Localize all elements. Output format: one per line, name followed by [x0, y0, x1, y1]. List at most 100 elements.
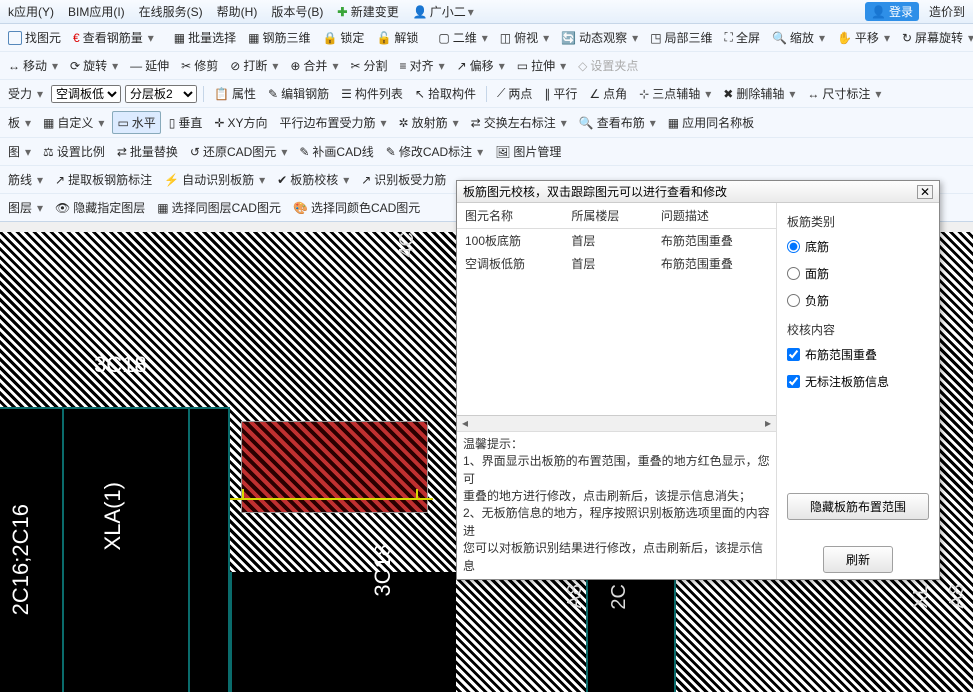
hide-range-button[interactable]: 隐藏板筋布置范围 [787, 493, 929, 520]
extend-button[interactable]: — 延伸 [126, 55, 173, 76]
table-row[interactable]: 100板底筋首层布筋范围重叠 [457, 229, 776, 253]
topview-button[interactable]: ◫ 俯视 [496, 27, 553, 48]
fill-cad-button[interactable]: ✎ 补画CAD线 [295, 141, 377, 162]
sel-color-button[interactable]: 🎨选择同颜色CAD图元 [289, 197, 424, 218]
menu-help[interactable]: 帮助(H) [213, 1, 262, 22]
fullscreen-button[interactable]: ⛶ 全屏 [721, 27, 764, 48]
align-button[interactable]: ≡ 对齐 [396, 55, 449, 76]
parallel-place-button[interactable]: 平行边布置受力筋 [276, 112, 391, 133]
component-list-button[interactable]: ☰ 构件列表 [337, 83, 407, 104]
dimension-button[interactable]: ↔ 尺寸标注 [803, 83, 885, 104]
radio-bottom[interactable]: 底筋 [787, 236, 929, 257]
batch-replace-button[interactable]: ⇄ 批量替换 [113, 141, 182, 162]
stretch-button[interactable]: ▭ 拉伸 [513, 55, 570, 76]
batch-select[interactable]: ▦ 批量选择 [170, 27, 240, 48]
move-button[interactable]: ↔ 移动 [4, 55, 62, 76]
beam-xla [62, 407, 190, 692]
rebar-check-button[interactable]: ✔ 板筋校核 [273, 169, 353, 190]
three-axis-button[interactable]: ⊹ 三点辅轴 [635, 83, 715, 104]
set-point-button[interactable]: ◇ 设置夹点 [574, 55, 642, 76]
custom-button[interactable]: ▦ 自定义 [39, 112, 108, 133]
rotate-button[interactable]: ⟳ 旋转 [66, 55, 122, 76]
menu-bim[interactable]: BIM应用(I) [64, 1, 129, 22]
toolbar-row-4: 板 ▦ 自定义 ▭ 水平 ▯ 垂直 ✛ XY方向 平行边布置受力筋 ✲ 放射筋 … [0, 108, 973, 138]
radio-neg[interactable]: 负筋 [787, 290, 929, 311]
table-row[interactable]: 空调板低筋首层布筋范围重叠 [457, 252, 776, 275]
tu-button[interactable]: 图 [4, 141, 35, 162]
close-icon[interactable]: ✕ [917, 185, 933, 199]
menubar: k应用(Y) BIM应用(I) 在线服务(S) 帮助(H) 版本号(B) ✚ 新… [0, 0, 973, 24]
dynorbit-button[interactable]: 🔄 动态观察 [557, 27, 642, 48]
hide-layer-button[interactable]: 👁 隐藏指定图层 [51, 197, 149, 218]
parallel-button[interactable]: ∥ 平行 [540, 83, 581, 104]
sel-board2[interactable]: 分层板2 [125, 85, 197, 103]
two-point-button[interactable]: ⟋ 两点 [493, 83, 536, 104]
search-icon [8, 31, 22, 45]
h-scrollbar[interactable] [457, 415, 776, 431]
rebar-3d[interactable]: ▦ 钢筋三维 [244, 27, 314, 48]
toolbar-row-5: 图 ⚖ 设置比例 ⇄ 批量替换 ↺ 还原CAD图元 ✎ 补画CAD线 ✎ 修改C… [0, 138, 973, 166]
restore-cad-button[interactable]: ↺ 还原CAD图元 [186, 141, 291, 162]
login-button[interactable]: 登录 [865, 2, 919, 21]
horiz-button[interactable]: ▭ 水平 [112, 111, 160, 134]
local3d-button[interactable]: ◳ 局部三维 [646, 27, 716, 48]
radio-face[interactable]: 面筋 [787, 263, 929, 284]
sel-layer-button[interactable]: ▦ 选择同图层CAD图元 [153, 197, 285, 218]
point-angle-button[interactable]: ∠ 点角 [585, 83, 631, 104]
menu-version[interactable]: 版本号(B) [267, 1, 327, 22]
pick-button[interactable]: ↖ 拾取构件 [411, 83, 480, 104]
edit-rebar-button[interactable]: ✎ 编辑钢筋 [264, 83, 333, 104]
offset-button[interactable]: ↗ 偏移 [453, 55, 509, 76]
menu-app[interactable]: k应用(Y) [4, 1, 58, 22]
price-link[interactable]: 造价到 [925, 1, 969, 22]
view-rebar-qty[interactable]: € 查看钢筋量 [69, 27, 158, 48]
rebarline-button[interactable]: 筋线 [4, 169, 47, 190]
scale-button[interactable]: ⚖ 设置比例 [39, 141, 109, 162]
twod-button[interactable]: ▢ 二维 [434, 27, 491, 48]
menu-online[interactable]: 在线服务(S) [135, 1, 207, 22]
apply-same-button[interactable]: ▦ 应用同名称板 [664, 112, 758, 133]
category-label: 板筋类别 [787, 213, 929, 230]
unlock-button[interactable]: 🔓解锁 [372, 27, 422, 48]
check-nomark[interactable]: 无标注板筋信息 [787, 371, 929, 392]
zoom-button[interactable]: 🔍缩放 [768, 27, 829, 48]
break-button[interactable]: ⊘ 打断 [226, 55, 282, 76]
view-layout-button[interactable]: 🔍查看布筋 [575, 112, 660, 133]
label-2c16: 2C16;2C16 [8, 504, 34, 615]
col-floor[interactable]: 所属楼层 [563, 203, 653, 229]
screen-rotate-button[interactable]: ↻ 屏幕旋转 [898, 27, 973, 48]
check-overlap[interactable]: 布筋范围重叠 [787, 344, 929, 365]
col-name[interactable]: 图元名称 [457, 203, 563, 229]
pan-button[interactable]: ✋平移 [833, 27, 894, 48]
dialog-left-pane: 图元名称 所属楼层 问题描述 100板底筋首层布筋范围重叠 空调板低筋首层布筋范… [457, 203, 777, 579]
pic-mgr-button[interactable]: 🖼 图片管理 [491, 141, 565, 162]
find-element-button[interactable]: 找图元 [4, 27, 65, 48]
sel-board1[interactable]: 空调板低 [51, 85, 121, 103]
lock-button[interactable]: 🔒锁定 [318, 27, 368, 48]
col-issue[interactable]: 问题描述 [653, 203, 776, 229]
issue-table[interactable]: 图元名称 所属楼层 问题描述 100板底筋首层布筋范围重叠 空调板低筋首层布筋范… [457, 203, 776, 275]
fix-cad-button[interactable]: ✎ 修改CAD标注 [382, 141, 487, 162]
xy-button[interactable]: ✛ XY方向 [210, 112, 271, 133]
layer-button[interactable]: 图层 [4, 197, 47, 218]
merge-button[interactable]: ⊕ 合并 [286, 55, 342, 76]
new-change-button[interactable]: ✚ 新建变更 [333, 1, 402, 22]
swap-label-button[interactable]: ⇄ 交换左右标注 [467, 112, 571, 133]
rebar-tick-l [242, 489, 244, 499]
auto-id-button[interactable]: ⚡自动识别板筋 [160, 169, 269, 190]
dialog-titlebar[interactable]: 板筋图元校核，双击跟踪图元可以进行查看和修改 ✕ [457, 181, 939, 203]
user-dropdown[interactable]: 广小二 [409, 1, 478, 22]
split-button[interactable]: ✂ 分割 [346, 55, 391, 76]
del-axis-button[interactable]: ✖ 删除辅轴 [719, 83, 799, 104]
trim-button[interactable]: ✂ 修剪 [177, 55, 222, 76]
extract-rebar-button[interactable]: ↗ 提取板钢筋标注 [51, 169, 156, 190]
board-button[interactable]: 板 [4, 112, 35, 133]
id-shouli-button[interactable]: ↗ 识别板受力筋 [357, 169, 450, 190]
vert-button[interactable]: ▯ 垂直 [165, 112, 207, 133]
label-a8-1: A8 [564, 584, 587, 608]
radial-button[interactable]: ✲ 放射筋 [395, 112, 463, 133]
attr-button[interactable]: 📋属性 [210, 83, 260, 104]
hint-text: 温馨提示： 1、界面显示出板筋的布置范围，重叠的地方红色显示，您可 重叠的地方进… [457, 431, 776, 579]
shouli-button[interactable]: 受力 [4, 83, 47, 104]
refresh-button[interactable]: 刷新 [823, 546, 893, 573]
